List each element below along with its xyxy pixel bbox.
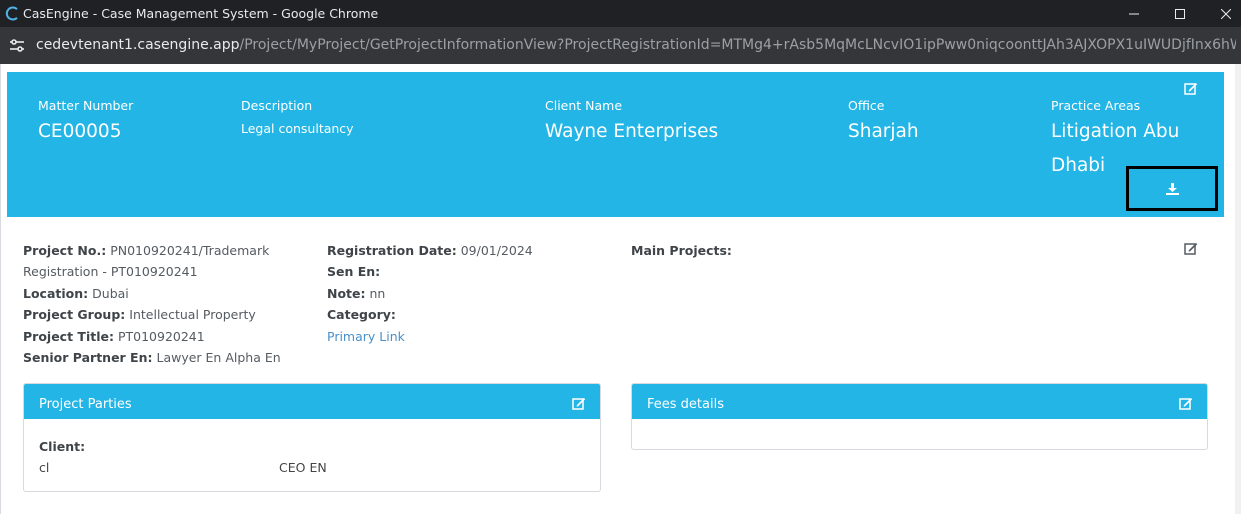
practice-areas-value-line1: Litigation Abu [1051,121,1180,142]
location-label: Location: [23,285,89,301]
site-settings-icon[interactable] [8,37,26,55]
edit-header-button[interactable] [1184,82,1198,95]
primary-link-row: Primary Link [327,326,607,347]
app-icon [5,6,20,21]
close-button[interactable] [1203,0,1241,27]
project-parties-body: Client: cl CEO EN [39,436,539,478]
client-name-label: Client Name [545,98,623,113]
sen-en-label: Sen En: [327,264,381,280]
category-label: Category: [327,307,396,323]
matter-number-label: Matter Number [38,98,134,113]
edit-icon [1184,82,1198,95]
edit-fees-button[interactable] [1179,397,1193,410]
senior-partner-row: Senior Partner En: Lawyer En Alpha En [23,347,303,368]
client-label: Client: [39,439,86,454]
location-value: Dubai [92,285,129,301]
registration-date-value: 09/01/2024 [460,243,533,258]
url-path: /Project/MyProject/GetProjectInformation… [239,37,1237,53]
download-button[interactable] [1126,166,1218,211]
fees-details-panel: Fees details [631,383,1208,450]
project-group-label: Project Group: [23,307,126,323]
client-name-field: Client Name Wayne Enterprises [545,98,718,143]
fees-details-header: Fees details [632,384,1207,419]
practice-areas-label: Practice Areas [1051,98,1141,113]
project-details-col3: Main Projects: [631,240,931,261]
project-no-row: Project No.: PN010920241/Trademark [23,240,303,261]
minimize-icon [1129,9,1139,19]
senior-partner-value: Lawyer En Alpha En [156,350,281,366]
edit-icon [1184,242,1198,255]
project-group-row: Project Group: Intellectual Property [23,304,303,325]
client-heading: Client: [39,436,539,457]
minimize-button[interactable] [1111,0,1157,27]
maximize-icon [1175,8,1185,19]
address-bar[interactable]: cedevtenant1.casengine.app/Project/MyPro… [0,27,1241,64]
description-field: Description Legal consultancy [241,98,354,136]
office-label: Office [848,98,885,113]
url-text[interactable]: cedevtenant1.casengine.app/Project/MyPro… [36,37,1236,53]
project-no-label: Project No.: [23,243,107,258]
category-row: Category: [327,304,607,325]
project-no-value: PN010920241/Trademark [110,243,270,258]
client-role: CEO EN [279,460,327,475]
matter-header: Matter Number CE00005 Description Legal … [7,72,1224,217]
window-title: CasEngine - Case Management System - Goo… [23,6,379,21]
client-row: cl CEO EN [39,457,539,478]
description-value: Legal consultancy [241,121,354,136]
browser-title-bar: CasEngine - Case Management System - Goo… [0,0,1241,27]
note-value: nn [369,285,386,301]
primary-link[interactable]: Primary Link [327,329,405,344]
edit-parties-button[interactable] [572,397,586,410]
project-title-label: Project Title: [23,328,114,344]
project-title-value: PT010920241 [117,328,205,344]
project-no-row-cont: Registration - PT010920241 [23,264,198,280]
client-name-value: Wayne Enterprises [545,121,719,142]
scrollbar[interactable] [1235,64,1241,514]
senior-partner-label: Senior Partner En: [23,350,153,366]
project-parties-panel: Project Parties Client: cl CEO EN [23,383,601,492]
office-value: Sharjah [848,121,919,142]
edit-details-button[interactable] [1184,242,1198,255]
note-label: Note: [327,285,366,301]
edit-icon [1179,397,1193,410]
matter-number-field: Matter Number CE00005 [38,98,133,143]
sen-en-row: Sen En: [327,261,607,282]
main-projects-row: Main Projects: [631,240,931,261]
project-details-col1: Project No.: PN010920241/Trademark Regis… [23,240,303,368]
project-details-col2: Registration Date: 09/01/2024 Sen En: No… [327,240,607,347]
location-row: Location: Dubai [23,283,303,304]
registration-date-row: Registration Date: 09/01/2024 [327,240,607,261]
project-parties-title: Project Parties [39,397,132,412]
download-icon [1165,182,1179,195]
project-group-value: Intellectual Property [129,307,256,323]
project-parties-header: Project Parties [24,384,600,419]
project-title-row: Project Title: PT010920241 [23,326,303,347]
maximize-button[interactable] [1157,0,1203,27]
close-icon [1221,8,1231,19]
fees-details-title: Fees details [647,397,724,412]
matter-number-value: CE00005 [38,121,122,142]
url-host: cedevtenant1.casengine.app [36,37,240,53]
edit-icon [572,397,586,410]
client-short: cl [39,460,50,475]
main-projects-label: Main Projects: [631,243,732,258]
description-label: Description [241,98,313,113]
office-field: Office Sharjah [848,98,919,143]
note-row: Note: nn [327,283,607,304]
registration-date-label: Registration Date: [327,243,457,258]
